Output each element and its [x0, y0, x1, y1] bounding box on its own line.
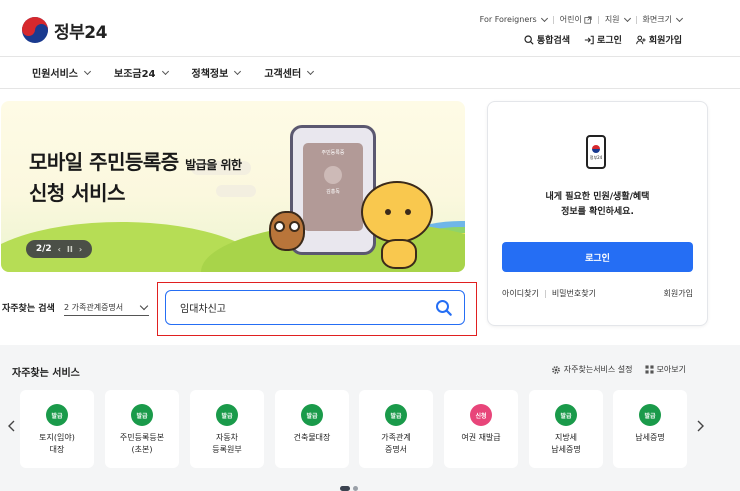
nav-policy-info[interactable]: 정책정보 — [192, 65, 242, 80]
next-icon[interactable]: › — [79, 245, 82, 254]
account-help-links: 아이디찾기 비밀번호찾기 회원가입 — [502, 288, 693, 299]
service-badge: 발급 — [385, 404, 407, 426]
services-settings-link[interactable]: 자주찾는서비스 설정 — [551, 364, 633, 375]
service-label: 자동차 등록원부 — [212, 433, 242, 454]
cat-mascot-illustration — [361, 181, 433, 243]
nav-civil-service[interactable]: 민원서비스 — [32, 65, 92, 80]
chevron-down-icon — [307, 67, 315, 75]
gear-icon — [551, 365, 560, 374]
account-links: 통합검색 로그인 회원가입 — [524, 33, 682, 46]
taegeuk-logo-icon — [22, 17, 48, 43]
search-input[interactable]: 임대차신고 — [165, 290, 465, 325]
services-view-all-link[interactable]: 모아보기 — [644, 364, 686, 375]
pager-count: 2/2 — [35, 244, 52, 254]
login-icon — [584, 35, 594, 44]
carousel-dot[interactable] — [340, 486, 350, 491]
id-card-title: 주민등록증 — [321, 150, 345, 156]
services-title: 자주찾는 서비스 — [12, 368, 80, 379]
util-screen-size[interactable]: 화면크기 — [637, 14, 688, 25]
chevron-down-icon — [540, 14, 548, 22]
chevron-down-icon — [139, 301, 149, 310]
icon-label: 정부24 — [589, 155, 603, 160]
chevron-left-icon[interactable] — [6, 420, 18, 432]
carousel-dot[interactable] — [353, 486, 358, 491]
service-badge: 발급 — [555, 404, 577, 426]
service-badge: 발급 — [131, 404, 153, 426]
chevron-down-icon — [234, 67, 242, 75]
login-button[interactable]: 로그인 — [502, 242, 693, 272]
login-message: 내게 필요한 민원/생활/혜택 정보를 확인하세요. — [545, 192, 650, 217]
util-support[interactable]: 지원 — [599, 14, 636, 25]
site-logo[interactable]: 정부24 — [22, 17, 107, 43]
id-card-name: 김홍독 — [326, 189, 340, 195]
chevron-right-icon[interactable] — [694, 420, 706, 432]
frequent-search-label: 자주찾는 검색 — [2, 304, 55, 314]
service-label: 가족관계 증명서 — [381, 433, 411, 454]
service-card[interactable]: 발급가족관계 증명서 — [359, 390, 433, 468]
nav-subsidy24[interactable]: 보조금24 — [114, 65, 169, 80]
service-label: 여권 재발급 — [461, 433, 501, 442]
service-badge: 신청 — [470, 404, 492, 426]
signup-panel-link[interactable]: 회원가입 — [664, 288, 693, 299]
service-card[interactable]: 발급자동차 등록원부 — [190, 390, 264, 468]
header-divider — [0, 56, 740, 57]
banner-title: 모바일 주민등록증 발급을 위한 신청 서비스 — [29, 150, 242, 205]
service-badge: 발급 — [46, 404, 68, 426]
grid-icon — [644, 365, 654, 374]
id-card-illustration: 주민등록증 김홍독 — [303, 143, 363, 231]
service-card[interactable]: 신청여권 재발급 — [444, 390, 518, 468]
external-link-icon — [584, 15, 592, 24]
search-icon — [524, 34, 534, 45]
chevron-down-icon — [161, 67, 169, 75]
login-link[interactable]: 로그인 — [584, 33, 622, 46]
nav-divider — [0, 88, 740, 89]
banner-pager[interactable]: 2/2 ‹ II › — [26, 240, 92, 258]
logo-text: 정부24 — [54, 22, 107, 43]
service-card[interactable]: 발급납세증명 — [613, 390, 687, 468]
find-password-link[interactable]: 비밀번호찾기 — [552, 288, 596, 299]
login-panel: 정부24 내게 필요한 민원/생활/혜택 정보를 확인하세요. 로그인 아이디찾… — [487, 101, 708, 326]
main-nav: 민원서비스 보조금24 정책정보 고객센터 — [32, 65, 315, 80]
integrated-search-link[interactable]: 통합검색 — [524, 33, 570, 46]
mobile-gov24-icon: 정부24 — [586, 135, 606, 169]
service-badge: 발급 — [639, 404, 661, 426]
search-button[interactable] — [434, 298, 454, 318]
owl-mascot-illustration — [269, 211, 305, 251]
add-user-icon — [636, 35, 646, 44]
service-badge: 발급 — [216, 404, 238, 426]
service-card[interactable]: 발급건축물대장 — [275, 390, 349, 468]
util-kids[interactable]: 어린이 — [554, 14, 598, 25]
chevron-down-icon — [623, 14, 631, 22]
frequent-search-select[interactable]: 2 가족관계증명서 — [64, 299, 149, 316]
carousel-dots — [340, 486, 358, 491]
service-badge: 발급 — [301, 404, 323, 426]
nav-customer-center[interactable]: 고객센터 — [264, 65, 315, 80]
search-icon — [436, 300, 452, 316]
chevron-down-icon — [675, 14, 684, 22]
signup-link[interactable]: 회원가입 — [636, 33, 682, 46]
services-tools: 자주찾는서비스 설정 모아보기 — [551, 364, 686, 375]
service-label: 토지(임야) 대장 — [39, 433, 75, 454]
find-id-link[interactable]: 아이디찾기 — [502, 288, 539, 299]
service-card[interactable]: 발급지방세 납세증명 — [529, 390, 603, 468]
service-label: 납세증명 — [635, 433, 665, 442]
service-label: 건축물대장 — [293, 433, 331, 442]
chevron-down-icon — [83, 67, 92, 75]
pause-icon[interactable]: II — [67, 245, 73, 254]
service-label: 주민등록등본 (초본) — [119, 433, 165, 454]
service-card[interactable]: 발급주민등록등본 (초본) — [105, 390, 179, 468]
service-label: 지방세 납세증명 — [551, 433, 581, 454]
util-foreigners[interactable]: For Foreigners — [474, 14, 553, 24]
frequent-search-value: 2 가족관계증명서 — [64, 302, 124, 312]
prev-icon[interactable]: ‹ — [58, 245, 61, 254]
service-card[interactable]: 발급토지(임야) 대장 — [20, 390, 94, 468]
cat-mascot-body — [381, 239, 417, 269]
utility-links: For Foreigners 어린이 지원 화면크기 — [474, 14, 688, 25]
